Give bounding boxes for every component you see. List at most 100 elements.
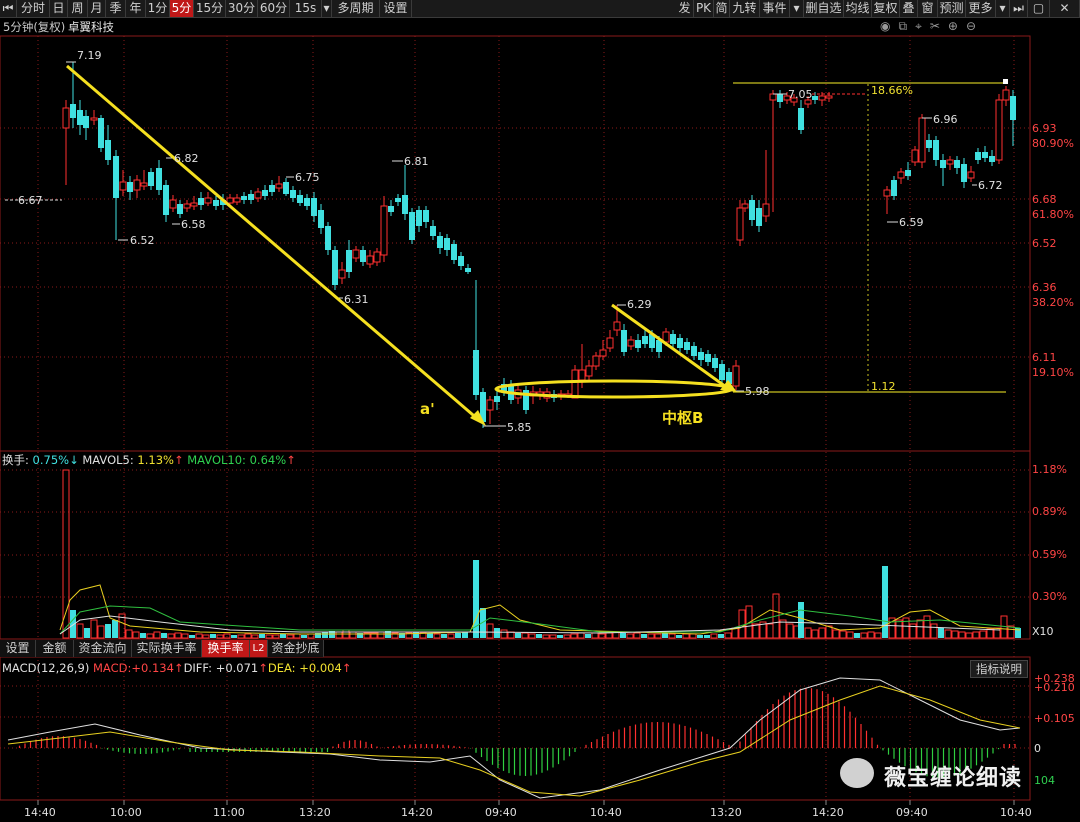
volume-bar-up [216,634,224,639]
tab-amount[interactable]: 金额 [36,640,74,657]
volume-tick: 1.18% [1032,463,1067,476]
tab-actual-turnover[interactable]: 实际换手率 [132,640,202,657]
volume-bar-up [689,633,697,639]
macd-label: MACD: [93,661,132,675]
volume-bar-up [349,631,357,639]
volume-bar-up [521,632,529,639]
mavol10-label: MAVOL10: [187,453,246,467]
volume-bar-up [237,634,245,639]
candle-body-down [705,354,711,362]
candle-body-up [204,197,212,204]
candle-body-up [967,171,975,179]
candle-body-up [732,365,740,387]
time-tick: 10:40 [1000,806,1032,819]
volume-bar-up [125,629,133,639]
candle-body-down [402,195,408,214]
candle-body-down [198,198,204,205]
tab-settings[interactable]: 设置 [0,640,36,657]
volume-bar-down [662,633,668,638]
candle-body-up [883,189,891,197]
pct-tick: 80.90% [1032,137,1074,150]
mavol5-value: 1.13% [137,453,174,467]
volume-bar-down [585,634,591,638]
volume-bar-up [377,631,385,639]
candle-body-up [825,95,833,99]
candle-body-up [275,183,283,189]
candle-body-down [635,340,641,348]
indicator-help-button[interactable]: 指标说明 [970,660,1028,678]
volume-tick: 0.30% [1032,590,1067,603]
volume-bar-up [542,634,550,639]
candle-body-up [133,179,141,191]
volume-bar-up [839,630,847,639]
macd-neg-tick: 104 [1034,774,1055,787]
left-price-label: 6.67 [18,194,43,207]
candle-body-down [749,200,755,220]
volume-bar-down [322,632,328,638]
volume-bar-up [528,633,536,639]
time-tick: 09:40 [485,806,517,819]
candle-body-down [290,190,296,198]
macd-header: MACD(12,26,9) MACD:+0.134↑DIFF: +0.071↑D… [2,661,352,675]
candle-body-up [226,197,234,204]
candle-body-down [395,198,401,202]
tab-fund-bottom[interactable]: 资金抄底 [268,640,324,657]
time-tick: 14:40 [24,806,56,819]
price-label: 6.59 [899,216,924,229]
time-tick: 10:40 [590,806,622,819]
volume-bar-up [265,634,273,639]
diff-label: DIFF: [183,661,213,675]
candle-body-up [818,95,826,101]
price-label: 6.81 [404,155,429,168]
candle-body-down [148,172,154,186]
volume-bar-up [563,634,571,639]
candle-body-up [190,202,198,207]
candle-body-down [473,350,479,395]
candle-body-down [70,104,76,118]
candle-body-up [183,203,191,209]
candle-body-down [105,140,111,160]
tab-fund-flow[interactable]: 资金流向 [74,640,132,657]
candle-body-down [989,156,995,162]
volume-bar-up [867,631,875,639]
candle-body-up [946,159,954,165]
candle-body-down [177,204,183,214]
volume-title: 换手: [2,453,29,467]
volume-bar-up [654,633,662,639]
candle-body-up [62,107,70,129]
volume-bar-up [832,629,840,639]
volume-bar-up [951,630,959,639]
candle-body-down [113,156,119,198]
dea-value: +0.004 [299,661,342,675]
volume-bar-up [958,631,966,639]
candle-body-up [995,99,1003,161]
volume-bar-up [633,632,641,639]
candle-body-up [373,251,381,263]
volume-bar-up [779,619,787,639]
candle-body-up [1002,89,1010,101]
volume-bar-up [626,633,634,639]
volume-bar-up [447,633,455,639]
kline-chart [0,35,1031,805]
a-prime-label: a' [420,400,435,418]
volume-bar-up [895,619,903,639]
fib-bottom-label: 1.12 [871,380,896,393]
volume-bar-up [251,634,259,639]
mavol5-label: MAVOL5: [82,453,134,467]
l2-badge[interactable]: L2 [250,640,268,657]
volume-bar-down [301,635,307,638]
candle-body-down [975,152,981,160]
volume-bar-down [427,633,433,638]
candle-body-down [1010,96,1016,120]
time-tick: 13:20 [299,806,331,819]
tab-turnover[interactable]: 换手率 [202,640,250,657]
candle-body-up [627,339,635,347]
macd-panel-border [0,656,1031,801]
candle-body-down [318,210,324,228]
volume-bar-up [570,633,578,639]
candle-body-down [444,238,450,250]
volume-bar-up [986,628,994,639]
mavol10-line [59,605,1021,635]
time-tick: 14:20 [812,806,844,819]
candle-body-up [486,399,494,411]
